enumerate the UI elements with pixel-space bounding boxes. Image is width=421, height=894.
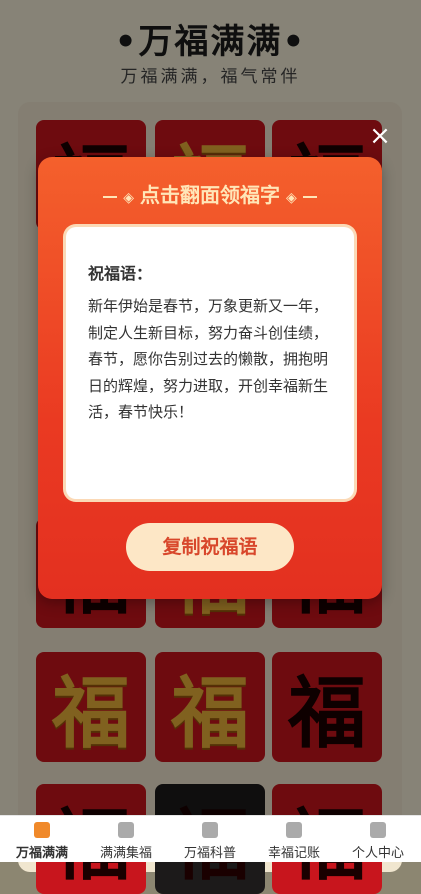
- diamond-icon: ◈: [286, 190, 297, 206]
- modal-title-row: ◈ 点击翻面领福字 ◈: [38, 179, 382, 208]
- tab-collect[interactable]: 满满集福: [84, 822, 168, 861]
- bottom-tab-bar: 万福满满 满满集福 万福科普 幸福记账 个人中心: [0, 815, 421, 862]
- blessing-heading: 祝福语：: [88, 264, 153, 283]
- gift-icon: [34, 822, 50, 838]
- user-icon: [370, 822, 386, 838]
- tab-accounting[interactable]: 幸福记账: [252, 822, 336, 861]
- tab-label: 幸福记账: [267, 846, 320, 861]
- blessing-modal: ◈ 点击翻面领福字 ◈ 祝福语： 新年伊始是春节，万象更新又一年，制定人生新目标，努…: [38, 157, 382, 599]
- book-icon: [202, 822, 218, 838]
- badge-icon: [118, 822, 134, 838]
- tab-wanfu[interactable]: 万福满满: [0, 822, 84, 861]
- tab-profile[interactable]: 个人中心: [336, 822, 420, 861]
- note-icon: [286, 822, 302, 838]
- close-icon[interactable]: ×: [366, 122, 394, 150]
- title-decoration-right: [302, 195, 317, 198]
- blessing-text: 新年伊始是春节，万象更新又一年，制定人生新目标，努力奋斗创佳绩，春节，愿你告别过…: [88, 297, 329, 421]
- diamond-icon: ◈: [123, 190, 134, 206]
- tab-label: 个人中心: [351, 846, 404, 861]
- modal-title: 点击翻面领福字: [140, 183, 280, 207]
- copy-blessing-button[interactable]: 复制祝福语: [126, 523, 294, 571]
- blessing-card: 祝福语： 新年伊始是春节，万象更新又一年，制定人生新目标，努力奋斗创佳绩，春节，…: [66, 227, 354, 499]
- tab-science[interactable]: 万福科普: [168, 822, 252, 861]
- tab-label: 万福科普: [183, 846, 236, 861]
- tab-label: 满满集福: [99, 846, 152, 861]
- title-decoration-left: [103, 195, 118, 198]
- tab-label: 万福满满: [15, 846, 68, 861]
